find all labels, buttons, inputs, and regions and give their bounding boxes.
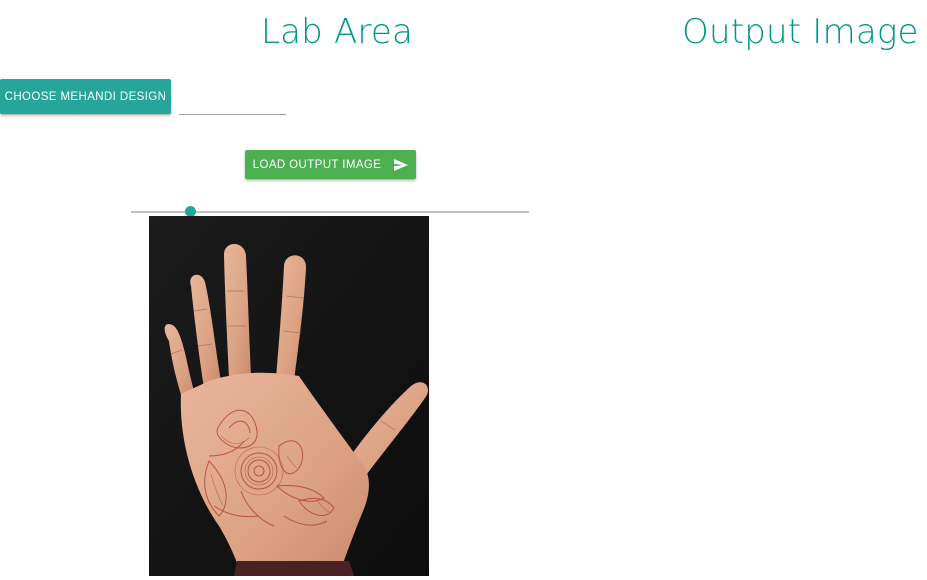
mehandi-lab-page: Lab Area Output Image CHOOSE MEHANDI DES… — [0, 0, 927, 580]
choose-button-label: CHOOSE MEHANDI DESIGN — [4, 90, 167, 103]
output-image-heading: Output Image — [682, 12, 919, 52]
file-path-input[interactable] — [179, 96, 286, 115]
lab-area-heading: Lab Area — [261, 12, 414, 52]
choose-mehandi-design-button[interactable]: CHOOSE MEHANDI DESIGN — [0, 79, 171, 114]
send-icon — [394, 158, 409, 171]
hand-image — [149, 216, 429, 576]
load-button-label: LOAD OUTPUT IMAGE — [252, 158, 382, 171]
load-output-image-button[interactable]: LOAD OUTPUT IMAGE — [245, 150, 416, 179]
